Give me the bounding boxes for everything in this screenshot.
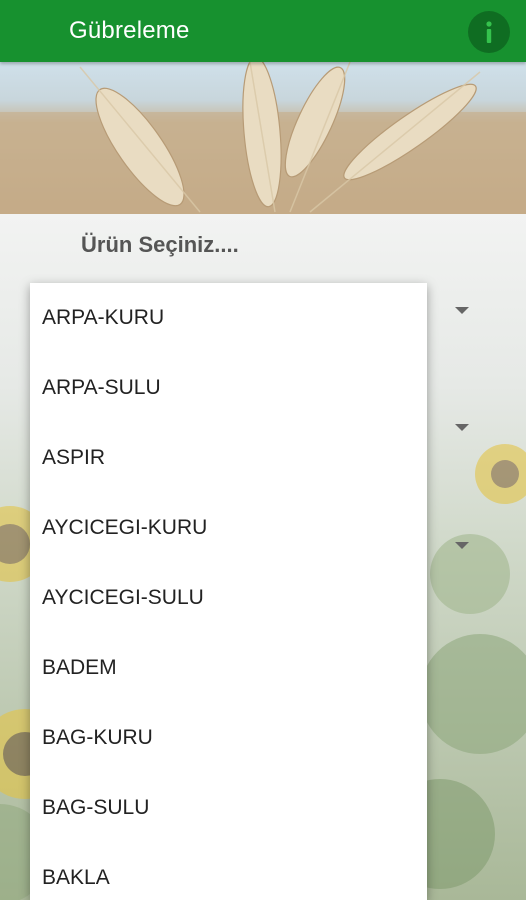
spinner-dropdown-arrow-icon[interactable] [455, 542, 469, 549]
dropdown-option[interactable]: ARPA-KURU [30, 283, 427, 353]
spinner-dropdown-arrow-icon[interactable] [455, 424, 469, 431]
wheat-banner-image [0, 62, 526, 214]
dropdown-option[interactable]: BADEM [30, 633, 427, 703]
toolbar-title: Gübreleme [69, 17, 190, 44]
dropdown-option[interactable]: BAG-KURU [30, 703, 427, 773]
product-prompt-label: Ürün Seçiniz.... [81, 232, 239, 257]
product-dropdown-list[interactable]: ARPA-KURU ARPA-SULU ASPIR AYCICEGI-KURU … [30, 283, 427, 900]
dropdown-option[interactable]: AYCICEGI-SULU [30, 563, 427, 633]
dropdown-option[interactable]: BAKLA [30, 843, 427, 900]
dropdown-option[interactable]: BAG-SULU [30, 773, 427, 843]
spinner-dropdown-arrow-icon[interactable] [455, 307, 469, 314]
app-toolbar: Gübreleme [0, 0, 526, 62]
info-button[interactable] [468, 11, 510, 53]
dropdown-option[interactable]: ASPIR [30, 423, 427, 493]
info-icon [486, 21, 492, 43]
dropdown-option[interactable]: ARPA-SULU [30, 353, 427, 423]
dropdown-option[interactable]: AYCICEGI-KURU [30, 493, 427, 563]
